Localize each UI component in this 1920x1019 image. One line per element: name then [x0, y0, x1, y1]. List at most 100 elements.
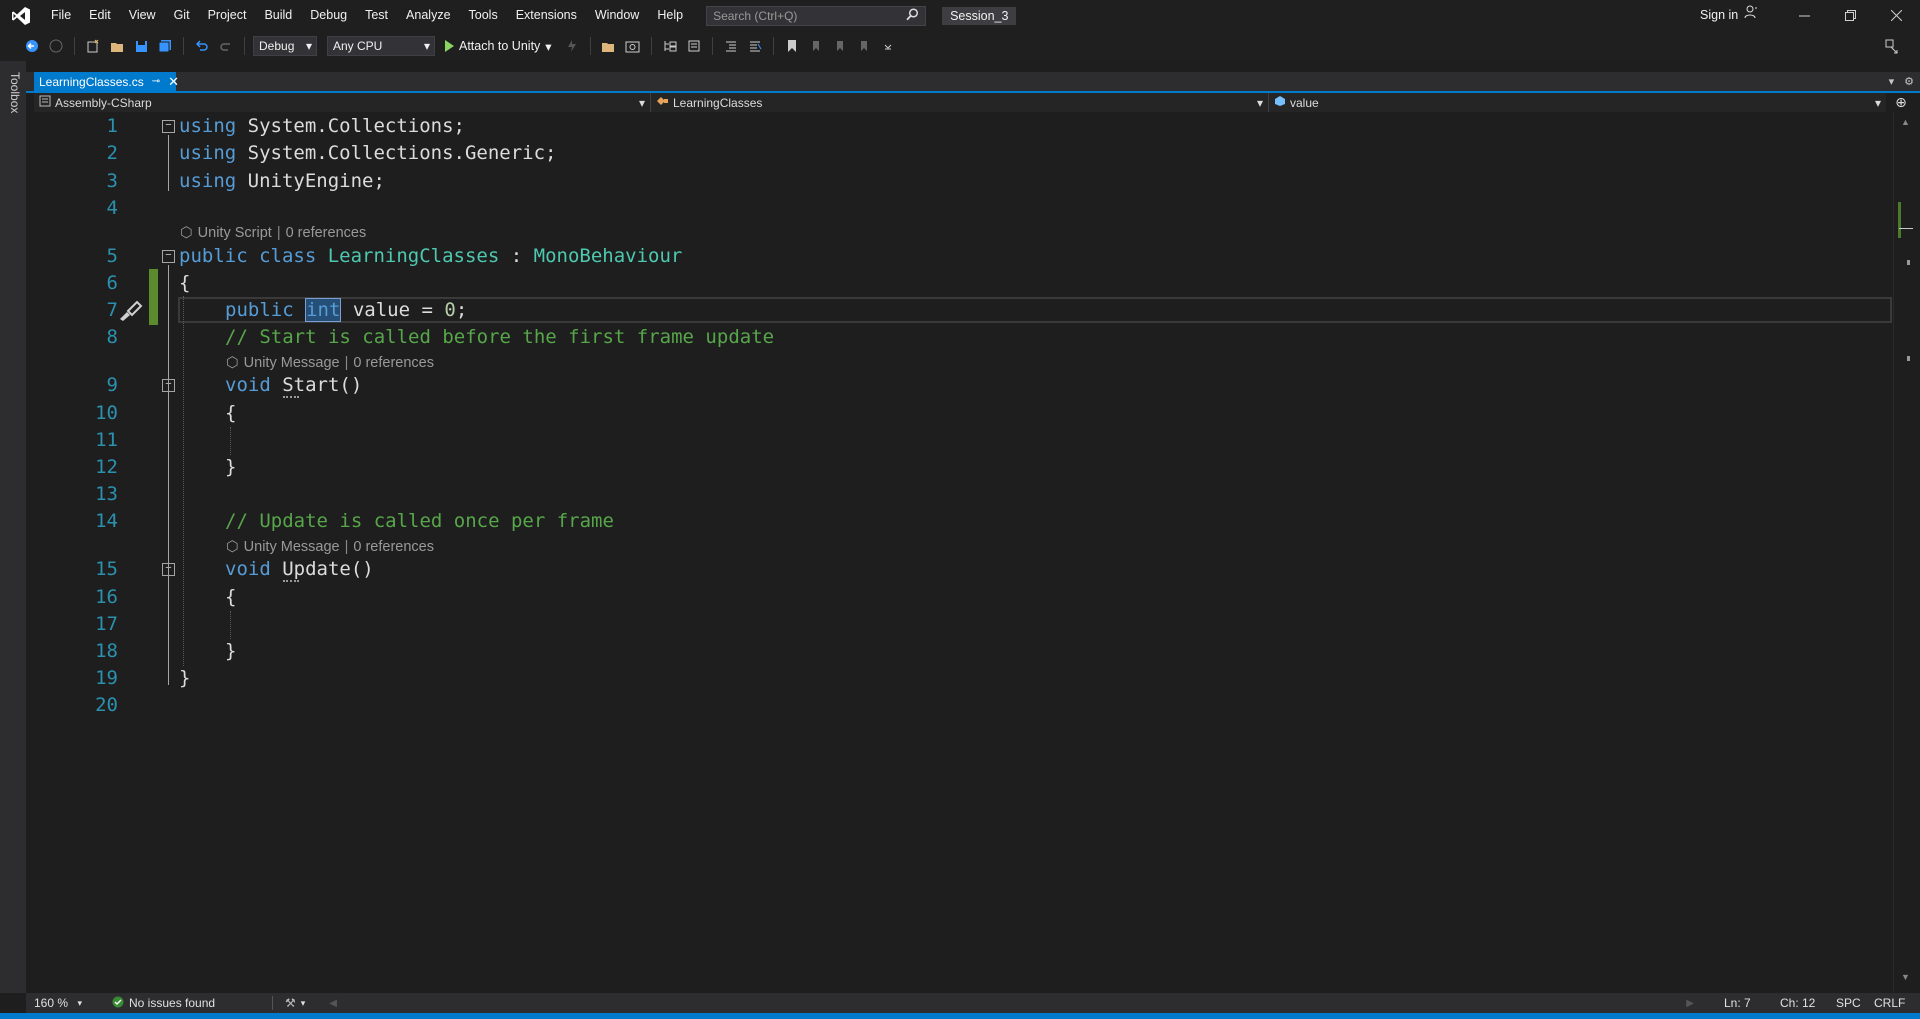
redo-icon[interactable] [216, 36, 236, 56]
menu-tools[interactable]: Tools [460, 0, 507, 31]
project-dropdown[interactable]: Assembly-CSharp ▾ [34, 93, 651, 112]
code-line-3: using UnityEngine; [179, 170, 385, 192]
clear-bookmarks-icon[interactable] [854, 36, 874, 56]
navigate-back-icon[interactable] [22, 36, 42, 56]
menu-view[interactable]: View [120, 0, 165, 31]
split-editor-icon[interactable]: ⊕ [1890, 94, 1912, 111]
code-line-1: using System.Collections; [179, 115, 465, 137]
line-indicator[interactable]: Ln: 7 [1724, 996, 1766, 1010]
type-dropdown[interactable]: LearningClasses ▾ [651, 93, 1269, 112]
scroll-down-icon[interactable]: ▼ [1901, 972, 1910, 982]
whitespace-indicator[interactable]: SPC [1836, 996, 1861, 1010]
code-line-16: { [225, 586, 236, 608]
scroll-right-icon[interactable]: ▶ [1686, 998, 1694, 1009]
save-icon[interactable] [131, 36, 151, 56]
tab-learningclasses[interactable]: LearningClasses.cs ⊸ ✕ [34, 72, 179, 91]
title-bar: File Edit View Git Project Build Debug T… [0, 0, 1920, 31]
codelens-references[interactable]: 0 references [286, 223, 367, 243]
toolbar-overflow-icon[interactable] [878, 36, 898, 56]
uncomment-lines-icon[interactable] [745, 36, 765, 56]
toolbar-separator [650, 37, 652, 55]
standard-toolbar: Debug ▾ Any CPU ▾ Attach to Unity ▾ [0, 31, 1920, 61]
menu-git[interactable]: Git [165, 0, 199, 31]
bookmark-icon[interactable] [782, 36, 802, 56]
codelens-start: ⬡ Unity Message | 0 references [226, 353, 434, 373]
unity-cube-icon: ⬡ [226, 355, 239, 371]
line-number: 14 [95, 510, 118, 532]
close-window-icon[interactable] [1873, 0, 1919, 31]
unity-cube-icon: ⬡ [180, 225, 193, 241]
menu-extensions[interactable]: Extensions [507, 0, 586, 31]
member-dropdown[interactable]: value ▾ [1269, 93, 1886, 112]
line-number: 19 [95, 667, 118, 689]
save-all-icon[interactable] [155, 36, 175, 56]
change-marker [149, 269, 158, 325]
zoom-value: 160 % [34, 996, 69, 1010]
toolbar-separator [711, 37, 713, 55]
hot-reload-icon[interactable] [562, 36, 582, 56]
menu-edit[interactable]: Edit [80, 0, 120, 31]
line-number: 9 [106, 374, 118, 396]
suggestion-dots [283, 396, 299, 398]
minimize-icon[interactable] [1781, 0, 1827, 31]
sign-in-button[interactable]: Sign in [1700, 0, 1758, 31]
menu-help[interactable]: Help [648, 0, 692, 31]
menu-analyze[interactable]: Analyze [397, 0, 459, 31]
chevron-down-icon: ▾ [300, 997, 306, 1008]
class-icon [656, 95, 669, 110]
open-explorer-icon[interactable] [599, 36, 619, 56]
close-icon[interactable]: ✕ [168, 74, 179, 90]
menu-build[interactable]: Build [255, 0, 301, 31]
code-line-14: // Update is called once per frame [225, 510, 614, 532]
settings-gear-icon[interactable]: ⚙ [1904, 75, 1914, 88]
codelens-references[interactable]: 0 references [353, 353, 434, 373]
scroll-up-icon[interactable]: ▲ [1901, 117, 1910, 127]
menu-debug[interactable]: Debug [301, 0, 356, 31]
menu-test[interactable]: Test [356, 0, 397, 31]
open-folder-icon[interactable] [107, 36, 127, 56]
menu-file[interactable]: File [42, 0, 80, 31]
comment-lines-icon[interactable] [721, 36, 741, 56]
code-line-7: public int value = 0; [225, 298, 468, 322]
line-ending-indicator[interactable]: CRLF [1874, 996, 1905, 1010]
restore-icon[interactable] [1827, 0, 1873, 31]
scroll-left-icon[interactable]: ◀ [329, 998, 337, 1009]
new-project-icon[interactable] [83, 36, 103, 56]
code-line-19: } [179, 667, 190, 689]
configuration-select[interactable]: Debug ▾ [253, 36, 317, 56]
menu-window[interactable]: Window [586, 0, 648, 31]
previous-bookmark-icon[interactable] [806, 36, 826, 56]
collapse-icon[interactable]: − [162, 250, 175, 263]
issues-indicator[interactable]: No issues found [112, 996, 272, 1011]
solution-name-badge: Session_3 [942, 6, 1017, 25]
codelens-kind[interactable]: Unity Message [244, 537, 340, 557]
navigate-forward-icon[interactable] [46, 36, 66, 56]
attach-to-unity-button[interactable]: Attach to Unity ▾ [439, 39, 558, 54]
platform-select[interactable]: Any CPU ▾ [327, 36, 435, 56]
codelens-kind[interactable]: Unity Script [198, 223, 272, 243]
visual-studio-logo-icon[interactable] [0, 0, 42, 31]
codelens-kind[interactable]: Unity Message [244, 353, 340, 373]
line-number: 10 [95, 402, 118, 424]
pin-icon[interactable]: ⊸ [152, 76, 160, 87]
quick-actions-brush-icon[interactable] [117, 300, 143, 325]
next-bookmark-icon[interactable] [830, 36, 850, 56]
live-share-icon[interactable] [1882, 36, 1902, 56]
user-icon [1744, 0, 1758, 31]
screenshot-icon[interactable] [623, 36, 643, 56]
structure-view-icon[interactable] [684, 36, 704, 56]
menu-project[interactable]: Project [199, 0, 256, 31]
code-text: ; [455, 299, 468, 321]
search-input[interactable]: Search (Ctrl+Q) [706, 5, 927, 26]
zoom-select[interactable]: 160 % ▾ [26, 996, 86, 1010]
collapse-icon[interactable]: − [162, 120, 175, 133]
vertical-scrollbar[interactable]: ▲ ▼ [1893, 112, 1915, 992]
undo-icon[interactable] [192, 36, 212, 56]
tab-dropdown-icon[interactable]: ▾ [1889, 75, 1895, 88]
toolbox-tab[interactable]: Toolbox [8, 72, 22, 113]
codelens-references[interactable]: 0 references [353, 537, 434, 557]
code-cleanup-button[interactable]: ⚒ ▾ [285, 996, 305, 1010]
tree-view-icon[interactable] [660, 36, 680, 56]
toolbar-separator [244, 37, 245, 55]
char-indicator[interactable]: Ch: 12 [1780, 996, 1826, 1010]
